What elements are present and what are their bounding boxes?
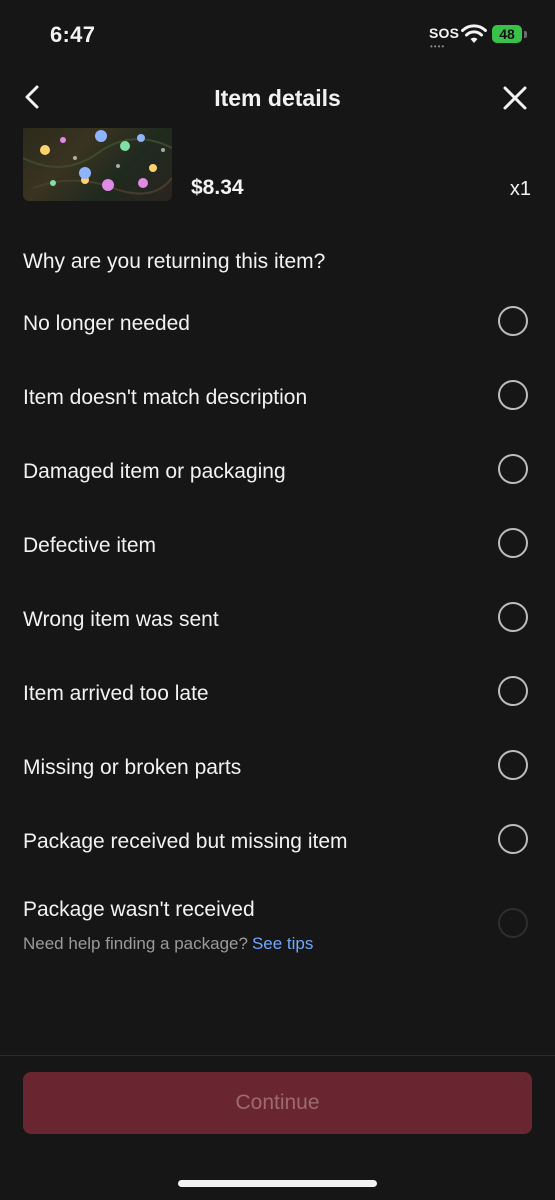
reason-label: No longer needed	[23, 312, 190, 335]
item-details-screen: 6:47 SOS •••• 48 Item details $8.34 x1 W…	[0, 0, 555, 1200]
radio-button[interactable]	[498, 528, 528, 558]
see-tips-link[interactable]: See tips	[252, 934, 313, 953]
reason-label: Wrong item was sent	[23, 608, 219, 631]
reason-option[interactable]: Missing or broken parts	[0, 736, 555, 796]
radio-button[interactable]	[498, 602, 528, 632]
reason-label: Item arrived too late	[23, 682, 209, 705]
signal-dots-icon: ••••	[430, 42, 446, 51]
product-price: $8.34	[191, 176, 244, 199]
continue-button[interactable]: Continue	[23, 1072, 532, 1134]
reason-option[interactable]: Package received but missing item	[0, 810, 555, 870]
radio-button[interactable]	[498, 908, 528, 938]
header: Item details	[0, 70, 555, 128]
radio-button[interactable]	[498, 306, 528, 336]
battery-icon: 48	[492, 25, 522, 43]
footer-divider	[0, 1055, 555, 1056]
reason-label: Damaged item or packaging	[23, 460, 286, 483]
reason-option[interactable]: Damaged item or packaging	[0, 440, 555, 500]
status-time: 6:47	[50, 22, 96, 47]
sos-indicator: SOS	[429, 25, 460, 41]
reason-label: Defective item	[23, 534, 157, 557]
radio-button[interactable]	[498, 380, 528, 410]
status-bar: 6:47 SOS •••• 48	[0, 0, 555, 70]
battery-cap	[524, 31, 527, 38]
product-thumbnail	[23, 128, 172, 201]
reason-option[interactable]: Item doesn't match description	[0, 366, 555, 426]
product-quantity: x1	[509, 178, 531, 200]
radio-button[interactable]	[498, 676, 528, 706]
radio-button[interactable]	[498, 750, 528, 780]
reason-option[interactable]: Defective item	[0, 514, 555, 574]
reason-option[interactable]: No longer needed	[0, 292, 555, 352]
package-help: Need help finding a package? See tips	[23, 934, 313, 954]
product-row: $8.34 x1	[23, 128, 533, 202]
reason-option[interactable]: Item arrived too late	[0, 662, 555, 722]
close-icon[interactable]	[501, 84, 529, 112]
reason-label: Package received but missing item	[23, 830, 348, 853]
radio-button[interactable]	[498, 454, 528, 484]
reason-label: Item doesn't match description	[23, 386, 308, 409]
home-indicator	[178, 1180, 377, 1187]
reason-option[interactable]: Wrong item was sent	[0, 588, 555, 648]
radio-button[interactable]	[498, 824, 528, 854]
page-title: Item details	[214, 85, 341, 111]
return-question: Why are you returning this item?	[23, 250, 326, 273]
wifi-icon	[461, 24, 487, 43]
help-text: Need help finding a package?	[23, 934, 248, 953]
reason-label: Package wasn't received	[23, 898, 255, 921]
reason-label: Missing or broken parts	[23, 756, 242, 779]
